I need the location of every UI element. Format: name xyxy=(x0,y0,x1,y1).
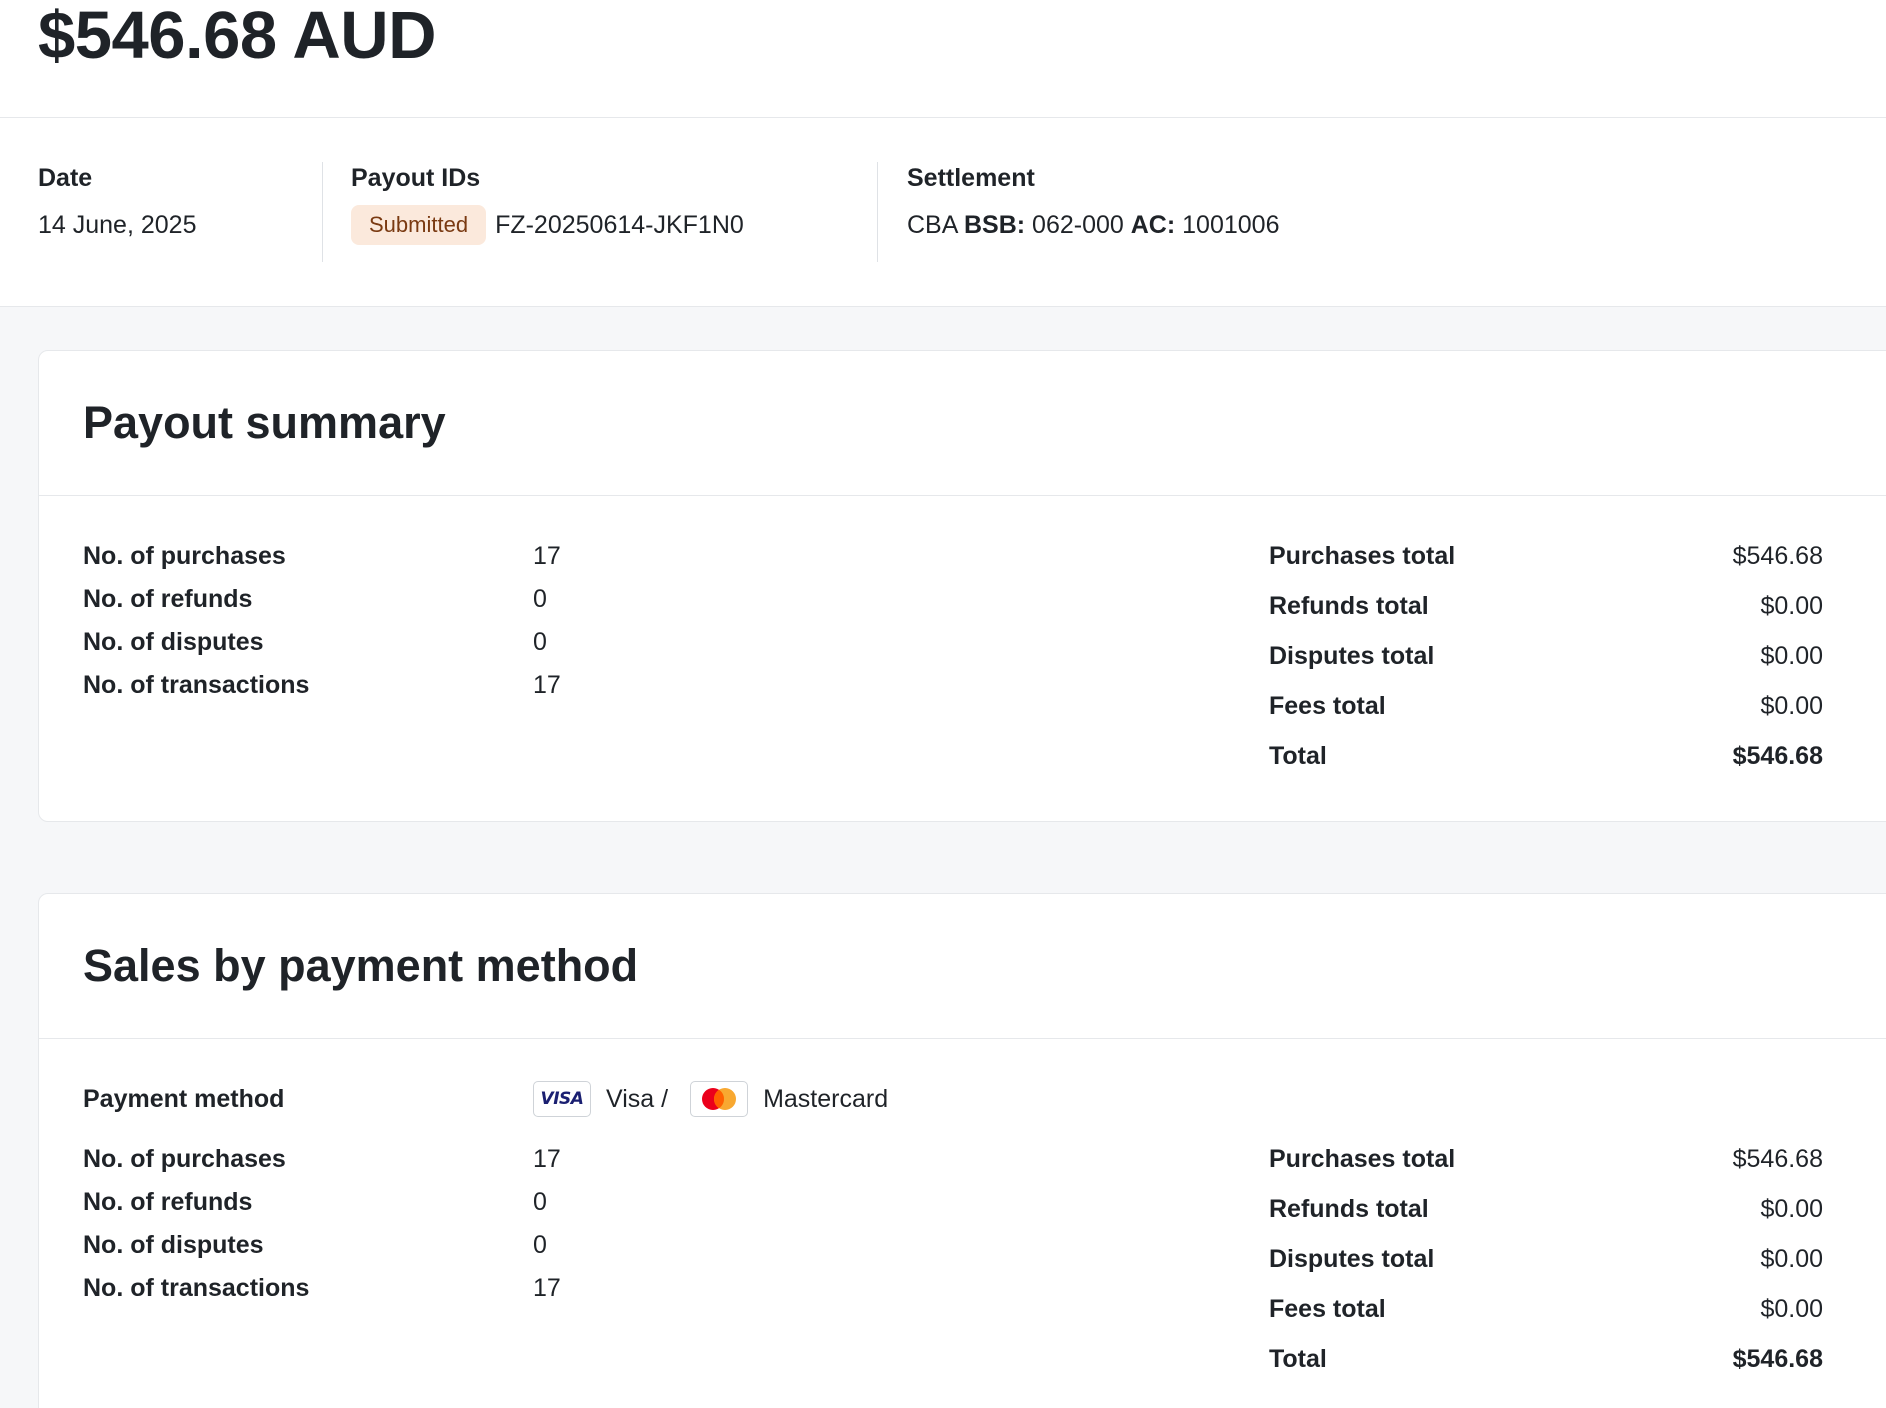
date-label: Date xyxy=(38,164,93,192)
refunds-count-label: No. of refunds xyxy=(83,1188,253,1216)
disputes-total-value: $0.00 xyxy=(1760,642,1823,670)
disputes-total-label: Disputes total xyxy=(1269,642,1435,670)
payout-amount: $546.68 AUD xyxy=(38,0,436,73)
refunds-count-value: 0 xyxy=(533,585,547,613)
settlement-section: Settlement CBA BSB: 062-000 AC: 1001006 xyxy=(907,164,1279,240)
ac-label: AC: xyxy=(1130,211,1176,239)
visa-logo-icon: VISA xyxy=(533,1081,591,1117)
divider xyxy=(877,162,878,262)
purchases-total-value: $546.68 xyxy=(1732,542,1823,570)
divider xyxy=(322,162,323,262)
mastercard-logo-icon xyxy=(690,1081,749,1117)
refunds-count-value: 0 xyxy=(533,1188,547,1216)
settlement-label: Settlement xyxy=(907,164,1035,192)
refunds-total-value: $0.00 xyxy=(1760,592,1823,620)
purchases-count-value: 17 xyxy=(533,542,561,570)
payout-summary-card: Payout summary No. of purchases 17 No. o… xyxy=(38,350,1886,822)
fees-total-value: $0.00 xyxy=(1760,692,1823,720)
disputes-count-label: No. of disputes xyxy=(83,1231,264,1259)
divider xyxy=(39,495,1886,496)
disputes-count-value: 0 xyxy=(533,1231,547,1259)
purchases-total-label: Purchases total xyxy=(1269,1145,1456,1173)
disputes-count-label: No. of disputes xyxy=(83,628,264,656)
date-section: Date 14 June, 2025 xyxy=(38,164,196,240)
transactions-count-value: 17 xyxy=(533,671,561,699)
refunds-total-label: Refunds total xyxy=(1269,1195,1429,1223)
payout-ids-label: Payout IDs xyxy=(351,164,481,192)
disputes-count-value: 0 xyxy=(533,628,547,656)
disputes-total-label: Disputes total xyxy=(1269,1245,1435,1273)
refunds-total-value: $0.00 xyxy=(1760,1195,1823,1223)
bsb-label: BSB: xyxy=(963,211,1026,239)
visa-label: Visa / xyxy=(606,1084,669,1113)
grand-total-label: Total xyxy=(1269,1345,1327,1373)
disputes-total-value: $0.00 xyxy=(1760,1245,1823,1273)
fees-total-label: Fees total xyxy=(1269,1295,1386,1323)
purchases-count-label: No. of purchases xyxy=(83,1145,286,1173)
grand-total-value: $546.68 xyxy=(1732,742,1823,770)
status-badge: Submitted xyxy=(351,205,487,245)
divider xyxy=(0,117,1886,118)
bsb-value: 062-000 xyxy=(1032,211,1124,239)
payout-id-link[interactable]: FZ-20250614-JKF1N0 xyxy=(495,211,744,240)
purchases-total-value: $546.68 xyxy=(1732,1145,1823,1173)
divider xyxy=(39,1038,1886,1039)
section-title: Sales by payment method xyxy=(83,940,639,991)
transactions-count-value: 17 xyxy=(533,1274,561,1302)
payment-method-value: VISA Visa / Mastercard xyxy=(533,1081,888,1117)
settlement-bank: CBA xyxy=(907,211,958,239)
mastercard-label: Mastercard xyxy=(763,1084,889,1113)
transactions-count-label: No. of transactions xyxy=(83,1274,310,1302)
grand-total-value: $546.68 xyxy=(1732,1345,1823,1373)
date-value: 14 June, 2025 xyxy=(38,211,197,239)
purchases-total-label: Purchases total xyxy=(1269,542,1456,570)
payment-method-label: Payment method xyxy=(83,1085,285,1113)
sales-by-payment-method-card: Sales by payment method Payment method V… xyxy=(38,893,1886,1408)
refunds-count-label: No. of refunds xyxy=(83,585,253,613)
payout-header: $546.68 AUD Date 14 June, 2025 Payout ID… xyxy=(0,0,1886,307)
fees-total-value: $0.00 xyxy=(1760,1295,1823,1323)
transactions-count-label: No. of transactions xyxy=(83,671,310,699)
purchases-count-value: 17 xyxy=(533,1145,561,1173)
grand-total-label: Total xyxy=(1269,742,1327,770)
fees-total-label: Fees total xyxy=(1269,692,1386,720)
ac-value: 1001006 xyxy=(1182,211,1280,239)
purchases-count-label: No. of purchases xyxy=(83,542,286,570)
section-title: Payout summary xyxy=(83,397,446,448)
settlement-value: CBA BSB: 062-000 AC: 1001006 xyxy=(907,211,1279,240)
payout-ids-section: Payout IDs Submitted FZ-20250614-JKF1N0 xyxy=(351,164,744,245)
refunds-total-label: Refunds total xyxy=(1269,592,1429,620)
